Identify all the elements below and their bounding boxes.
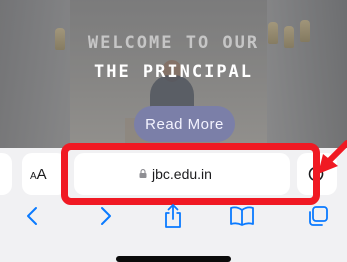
text-size-label: AA	[30, 166, 47, 183]
read-more-button[interactable]: Read More	[134, 106, 235, 142]
welcome-text: WELCOME TO OUR	[87, 33, 260, 53]
back-icon[interactable]	[25, 205, 39, 227]
bookmarks-icon[interactable]	[229, 205, 255, 227]
share-icon[interactable]	[162, 203, 184, 229]
annotation-arrow-icon	[318, 140, 347, 174]
home-indicator	[116, 256, 231, 262]
annotation-highlight-box	[61, 143, 320, 205]
previous-tab-pill[interactable]	[0, 153, 12, 195]
hero-banner: WELCOME TO OUR THE PRINCIPAL Read More	[0, 0, 347, 150]
forward-icon[interactable]	[99, 205, 113, 227]
hero-title: THE PRINCIPAL	[93, 62, 254, 82]
navigation-bar	[0, 203, 347, 231]
tabs-icon[interactable]	[307, 205, 329, 227]
